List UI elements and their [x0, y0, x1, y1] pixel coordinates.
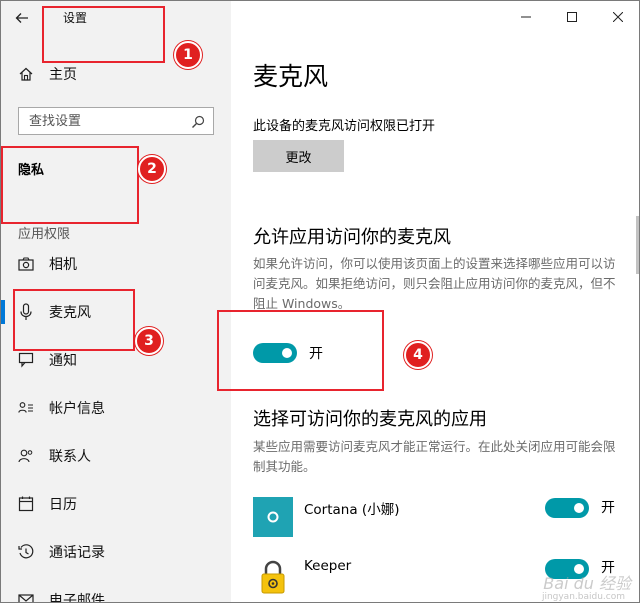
minimize-icon: [521, 16, 531, 18]
sidebar-item-label: 电子邮件: [49, 593, 105, 603]
choose-apps-description: 某些应用需要访问麦克风才能正常运行。在此处关闭应用可能会限制其功能。: [253, 439, 616, 474]
sidebar-item-calendar[interactable]: 日历: [17, 492, 217, 516]
minimize-button[interactable]: [503, 1, 549, 33]
sidebar-item-notifications[interactable]: 通知: [17, 348, 217, 372]
sidebar-item-camera[interactable]: 相机: [17, 252, 217, 276]
page-title: 麦克风: [253, 62, 329, 91]
annotation-number-4: 4: [404, 341, 432, 369]
search-box[interactable]: [18, 107, 214, 135]
search-icon[interactable]: [191, 114, 205, 128]
sidebar-item-label: 帐户信息: [49, 401, 105, 417]
camera-icon: [17, 255, 35, 273]
calendar-icon: [17, 495, 35, 513]
device-access-status: 此设备的麦克风访问权限已打开: [253, 119, 436, 134]
sidebar-item-label: 日历: [49, 497, 77, 513]
window-controls: [503, 1, 639, 33]
scrollbar-thumb[interactable]: [636, 216, 639, 274]
close-icon: [613, 12, 623, 22]
app-name: Cortana (小娜): [304, 502, 400, 518]
back-arrow-icon: [15, 13, 28, 23]
search-input[interactable]: [29, 113, 189, 129]
watermark-site: jingyan.baidu.com: [541, 592, 625, 602]
sidebar-item-contacts[interactable]: 联系人: [17, 444, 217, 468]
sidebar-item-call-history[interactable]: 通话记录: [17, 540, 217, 564]
annotation-box-4: [217, 310, 384, 391]
group-label: 应用权限: [18, 227, 71, 242]
sidebar-item-label: 主页: [49, 67, 77, 83]
cortana-icon: [253, 497, 293, 537]
home-icon: [17, 65, 35, 83]
back-button[interactable]: [15, 7, 39, 29]
allow-apps-description: 如果允许访问，你可以使用该页面上的设置来选择哪些应用可以访问麦克风。如果拒绝访问…: [253, 256, 616, 311]
annotation-number-3: 3: [135, 327, 163, 355]
email-icon: [17, 591, 35, 602]
choose-apps-heading: 选择可访问你的麦克风的应用: [253, 409, 487, 430]
maximize-button[interactable]: [549, 1, 595, 33]
settings-window: 设置 主页 隐私 应用权限 相机 麦克风: [0, 0, 640, 603]
account-info-icon: [17, 399, 35, 417]
app-row-cortana: Cortana (小娜) 开: [253, 497, 619, 537]
annotation-number-1: 1: [174, 41, 202, 69]
sidebar-item-label: 通知: [49, 353, 77, 369]
sidebar-item-label: 相机: [49, 257, 77, 273]
toggle-state-label: 开: [601, 500, 615, 516]
cortana-toggle[interactable]: [545, 498, 589, 518]
annotation-box-1: [42, 6, 165, 63]
sidebar-item-account-info[interactable]: 帐户信息: [17, 396, 217, 420]
change-button[interactable]: 更改: [253, 140, 344, 172]
app-name: Keeper: [304, 558, 352, 574]
annotation-number-2: 2: [138, 155, 166, 183]
sidebar-item-email[interactable]: 电子邮件: [17, 588, 217, 603]
call-history-icon: [17, 543, 35, 561]
annotation-box-2: [1, 146, 139, 224]
toggle-knob: [574, 503, 584, 513]
notification-icon: [17, 351, 35, 369]
sidebar-item-label: 通话记录: [49, 545, 105, 561]
keeper-lock-icon: [253, 557, 293, 597]
main-content: 麦克风 此设备的麦克风访问权限已打开 更改 允许应用访问你的麦克风 如果允许访问…: [231, 1, 639, 602]
contacts-icon: [17, 447, 35, 465]
close-button[interactable]: [595, 1, 639, 33]
maximize-icon: [567, 12, 577, 22]
annotation-box-3: [13, 289, 135, 351]
watermark-logo: Bai du 经验: [543, 574, 631, 593]
allow-apps-heading: 允许应用访问你的麦克风: [253, 227, 451, 248]
sidebar-item-label: 联系人: [49, 449, 91, 465]
